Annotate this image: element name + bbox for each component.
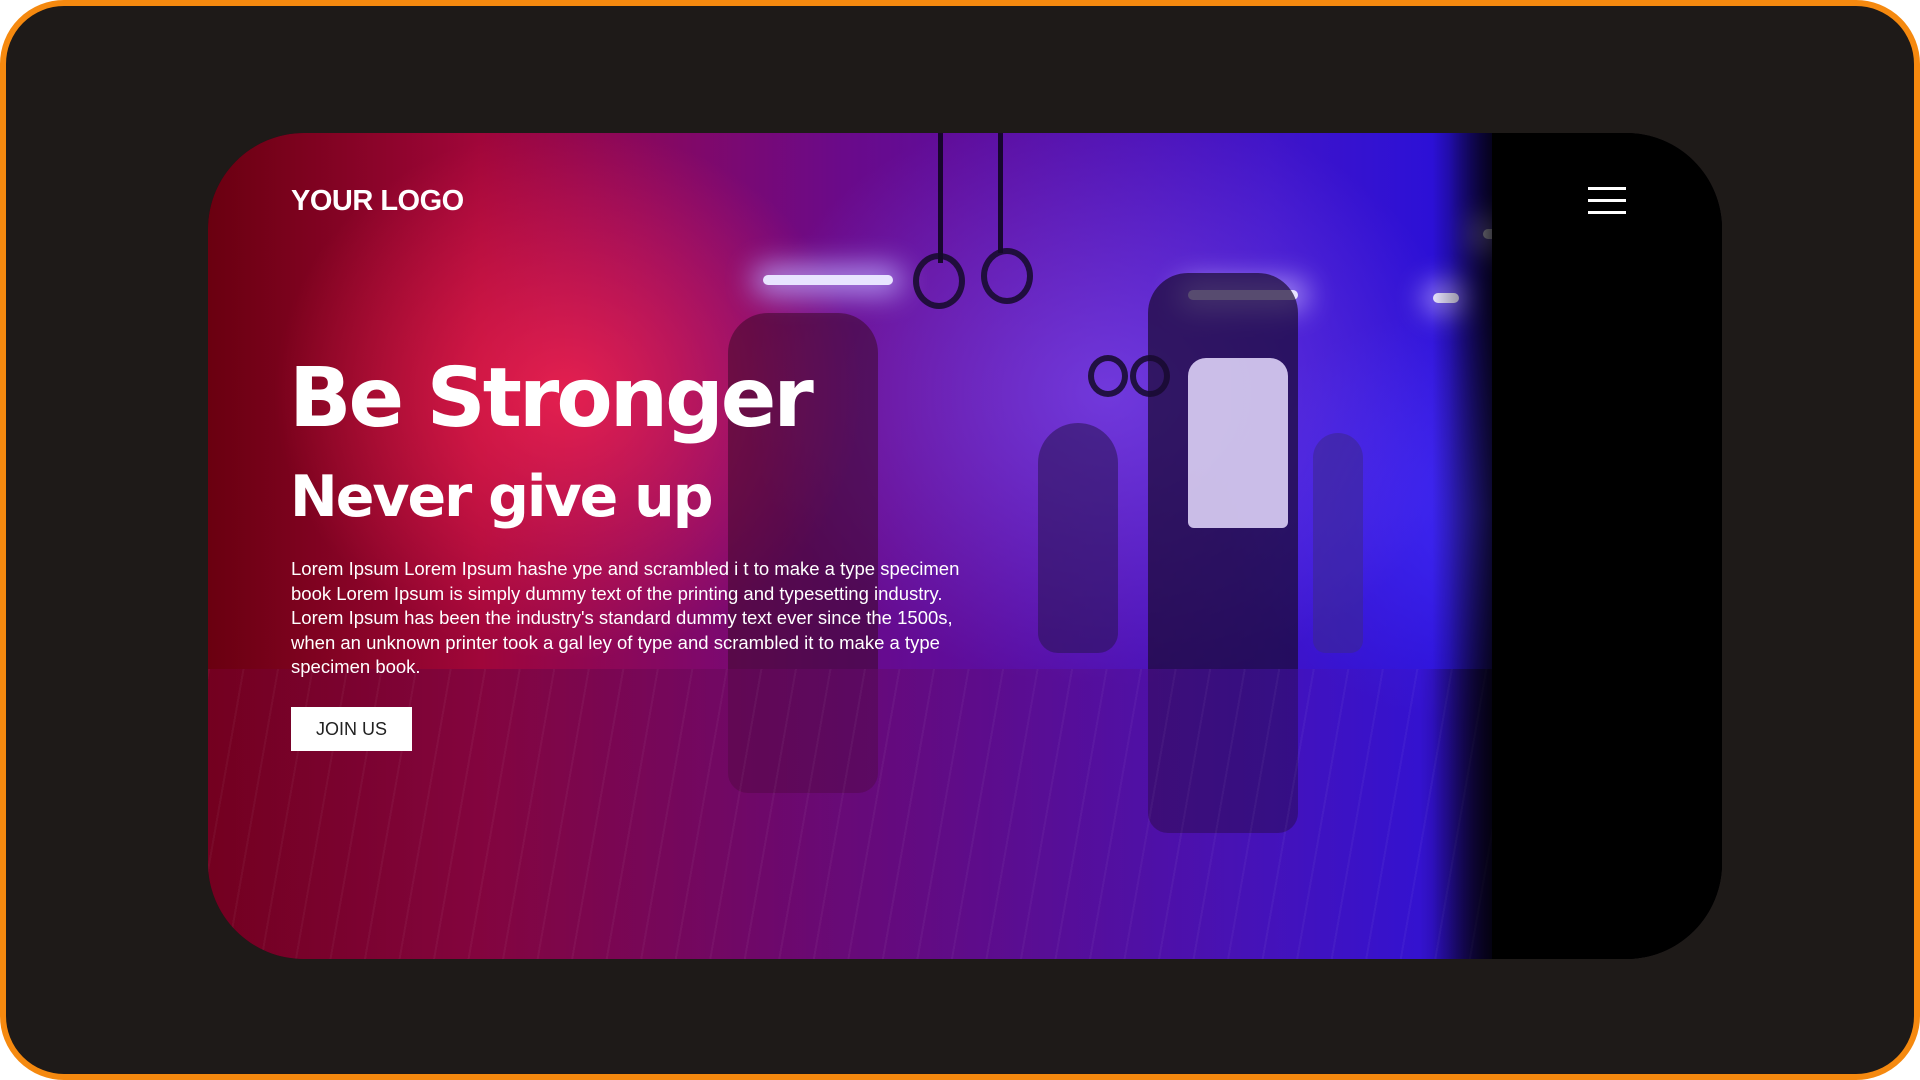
hero-subheadline: Never give up (290, 464, 714, 530)
background-athlete-silhouette (1038, 423, 1118, 653)
menu-bar (1588, 199, 1626, 202)
menu-bar (1588, 187, 1626, 190)
hero-section: YOUR LOGO Be Stronger Never give up Lore… (208, 133, 1722, 959)
gymnastic-ring (1088, 355, 1128, 397)
hero-description: Lorem Ipsum Lorem Ipsum hashe ype and sc… (291, 558, 960, 677)
gymnastic-ring (913, 253, 965, 309)
device-frame: YOUR LOGO Be Stronger Never give up Lore… (0, 0, 1920, 1080)
site-logo[interactable]: YOUR LOGO (291, 185, 464, 218)
gymnastic-rope (998, 133, 1003, 253)
hamburger-menu-icon[interactable] (1588, 187, 1626, 215)
athlete-shirt (1188, 358, 1288, 528)
join-us-button[interactable]: JOIN US (291, 707, 412, 751)
gymnastic-rope (938, 133, 943, 263)
background-athlete-silhouette (1313, 433, 1363, 653)
ceiling-light (763, 275, 893, 285)
gymnastic-ring (981, 248, 1033, 304)
menu-bar (1588, 211, 1626, 214)
dark-panel (1492, 133, 1722, 959)
hero-headline: Be Stronger (289, 351, 814, 446)
